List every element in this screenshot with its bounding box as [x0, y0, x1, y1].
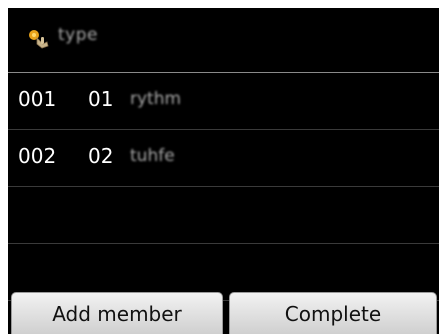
member-name: rythm — [130, 89, 182, 109]
phonebook-hand-icon — [28, 29, 50, 49]
header-title: type — [58, 25, 98, 45]
header: type — [8, 8, 439, 70]
member-list: 001 01 rythm 002 02 tuhfe — [8, 73, 439, 301]
member-id: 002 — [18, 144, 57, 168]
list-item[interactable]: 001 01 rythm — [8, 73, 439, 130]
add-member-button[interactable]: Add member — [11, 292, 223, 334]
member-sub-number: 01 — [88, 87, 114, 111]
member-name: tuhfe — [130, 146, 175, 166]
member-id: 001 — [18, 87, 57, 111]
list-item[interactable]: 002 02 tuhfe — [8, 130, 439, 187]
complete-button[interactable]: Complete — [229, 292, 437, 334]
member-sub-number: 02 — [88, 144, 114, 168]
touchscreen: type 001 01 rythm 002 02 tuhfe Add membe… — [8, 8, 439, 334]
empty-row — [8, 187, 439, 244]
